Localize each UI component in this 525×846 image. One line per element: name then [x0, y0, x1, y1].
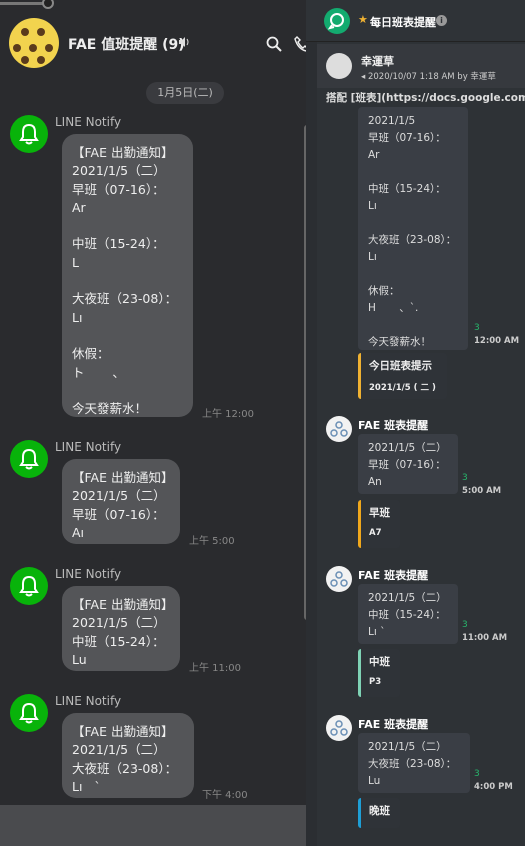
discord-channel-window: ★ 每日班表提醒 i 幸運草 ◂ 2020/10/07 1:18 AM by 幸…: [306, 0, 525, 846]
group-avatar[interactable]: [9, 18, 59, 68]
chat-bubble-icon: [327, 13, 344, 30]
avatar[interactable]: [326, 715, 352, 741]
message-box[interactable]: 2021/1/5（二） 大夜班（23-08）： Lu: [358, 733, 470, 793]
message-embed[interactable]: 早班 A7: [358, 500, 400, 548]
message-box[interactable]: 2021/1/5（二） 早班（07-16）： An: [358, 434, 458, 494]
message-count: 3: [462, 620, 468, 630]
embed-desc: 2021/1/5 ( 二 ): [369, 383, 436, 393]
star-icon: ★: [358, 13, 368, 26]
pinned-link-text[interactable]: 搭配 [班表](https://docs.google.com/sp: [326, 90, 525, 105]
bot-icon: [330, 720, 348, 736]
bot-name: FAE 班表提醒: [358, 419, 429, 432]
bell-icon: [19, 575, 39, 597]
bell-icon: [19, 702, 39, 724]
message-bubble[interactable]: 【FAE 出勤通知】 2021/1/5（二） 早班（07-16）： Ar 中班（…: [62, 134, 193, 417]
avatar[interactable]: [326, 416, 352, 442]
channel-scrollbar[interactable]: [306, 42, 317, 846]
line-chat-window: FAE 值班提醒 (9) 1月5日(二) LINE Notify 【FAE 出勤…: [0, 0, 306, 846]
message-time: 12:00 AM: [474, 336, 520, 346]
bot-icon: [330, 571, 348, 587]
sender-name: LINE Notify: [55, 567, 122, 581]
embed-title: 今日班表提示: [369, 360, 432, 372]
pinned-author: 幸運草: [361, 55, 394, 68]
chat-input-area[interactable]: [0, 805, 306, 846]
bot-icon: [330, 421, 348, 437]
message-count: 3: [474, 323, 480, 333]
message-time: 11:00 AM: [462, 633, 508, 643]
message-bubble[interactable]: 【FAE 出勤通知】 2021/1/5（二） 中班（15-24）： Lu: [62, 586, 180, 671]
message-time: 上午 5:00: [189, 536, 235, 547]
line-notify-avatar[interactable]: [10, 115, 48, 153]
phone-icon[interactable]: [294, 36, 306, 52]
message-embed[interactable]: 今日班表提示 2021/1/5 ( 二 ): [358, 353, 447, 399]
message-bubble[interactable]: 【FAE 出勤通知】 2021/1/5（二） 早班（07-16）： Aı: [62, 459, 180, 544]
message-count: 3: [462, 473, 468, 483]
message-time: 4:00 PM: [474, 782, 513, 792]
info-icon[interactable]: i: [436, 15, 447, 26]
message-time: 上午 12:00: [202, 409, 254, 420]
line-notify-avatar[interactable]: [10, 440, 48, 478]
embed-desc: P3: [369, 677, 382, 687]
pinned-meta: ◂ 2020/10/07 1:18 AM by 幸運草: [361, 72, 496, 82]
bell-icon: [19, 448, 39, 470]
message-embed[interactable]: 中班 P3: [358, 649, 400, 697]
line-notify-avatar[interactable]: [10, 694, 48, 732]
pinned-message[interactable]: 幸運草 ◂ 2020/10/07 1:18 AM by 幸運草: [317, 44, 525, 88]
message-time: 下午 4:00: [202, 790, 248, 801]
embed-title: 中班: [369, 656, 390, 668]
message-count: 3: [474, 769, 480, 779]
pinned-meta-text: 2020/10/07 1:18 AM by 幸運草: [367, 72, 496, 82]
message-time: 上午 11:00: [189, 663, 241, 674]
message-bubble[interactable]: 【FAE 出勤通知】 2021/1/5（二） 大夜班（23-08）： Lı `: [62, 713, 194, 798]
message-embed[interactable]: 晚班: [358, 798, 400, 828]
bell-icon: [19, 123, 39, 145]
channel-icon[interactable]: [324, 8, 350, 34]
chat-title: FAE 值班提醒 (9): [68, 37, 185, 53]
sender-name: LINE Notify: [55, 694, 122, 708]
search-icon[interactable]: [266, 36, 282, 52]
message-time: 5:00 AM: [462, 486, 502, 496]
line-notify-avatar[interactable]: [10, 567, 48, 605]
sender-name: LINE Notify: [55, 115, 122, 129]
volume-icon[interactable]: [178, 36, 190, 48]
message-box[interactable]: 2021/1/5（二） 中班（15-24）： Lı `: [358, 584, 458, 644]
bot-name: FAE 班表提醒: [358, 718, 429, 731]
chat-header: FAE 值班提醒 (9): [0, 14, 306, 74]
embed-title: 晚班: [369, 805, 390, 817]
avatar[interactable]: [326, 566, 352, 592]
window-slider[interactable]: [0, 0, 60, 9]
embed-title: 早班: [369, 507, 390, 519]
channel-header: ★ 每日班表提醒 i: [306, 0, 525, 42]
embed-desc: A7: [369, 528, 382, 538]
avatar[interactable]: [326, 53, 352, 79]
date-separator: 1月5日(二): [146, 82, 224, 104]
message-box[interactable]: 2021/1/5 早班（07-16）： Ar 中班（15-24）： Lı 大夜班…: [358, 107, 468, 350]
channel-title: 每日班表提醒: [370, 16, 436, 29]
bot-name: FAE 班表提醒: [358, 569, 429, 582]
sender-name: LINE Notify: [55, 440, 122, 454]
